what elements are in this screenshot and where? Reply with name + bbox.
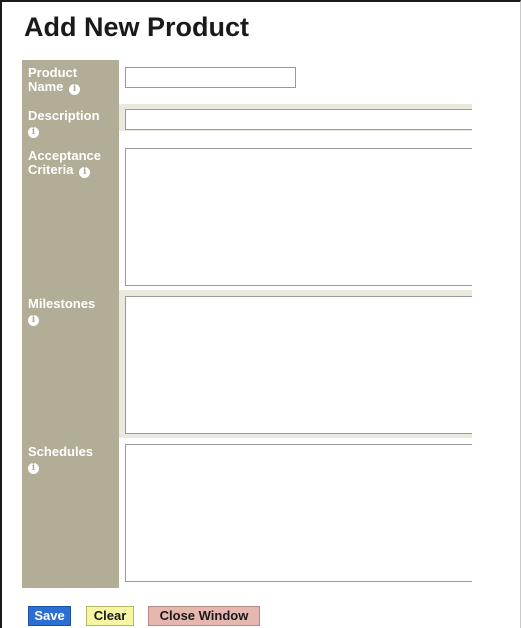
close-window-button[interactable]: Close Window	[148, 606, 260, 626]
description-input[interactable]	[125, 109, 472, 130]
milestones-textarea[interactable]	[125, 296, 472, 434]
info-icon[interactable]: i	[28, 463, 39, 474]
save-button[interactable]: Save	[28, 606, 71, 626]
page-title: Add New Product	[24, 12, 250, 42]
schedules-label-line1: Schedules	[28, 444, 94, 459]
description-label-line1: Description	[28, 108, 100, 123]
schedules-textarea[interactable]	[125, 444, 472, 582]
clear-button[interactable]: Clear	[86, 606, 134, 626]
acceptance-criteria-label-line2: Criteria	[28, 162, 74, 177]
milestones-label-line1: Milestones	[28, 296, 96, 311]
info-icon[interactable]: i	[28, 127, 39, 138]
product-name-label: Product Name i	[28, 66, 118, 95]
milestones-label: Milestones i	[28, 297, 118, 326]
product-name-label-line1: Product	[28, 65, 78, 80]
product-name-input[interactable]	[125, 67, 296, 88]
info-icon[interactable]: i	[79, 167, 91, 178]
acceptance-criteria-label: Acceptance Criteria i	[28, 149, 118, 178]
info-icon[interactable]: i	[28, 315, 39, 326]
product-name-label-line2: Name	[28, 79, 64, 94]
acceptance-criteria-textarea[interactable]	[125, 148, 472, 286]
description-label: Description i	[28, 109, 118, 138]
acceptance-criteria-label-line1: Acceptance	[28, 148, 101, 163]
schedules-label: Schedules i	[28, 445, 118, 474]
info-icon[interactable]: i	[69, 84, 81, 95]
